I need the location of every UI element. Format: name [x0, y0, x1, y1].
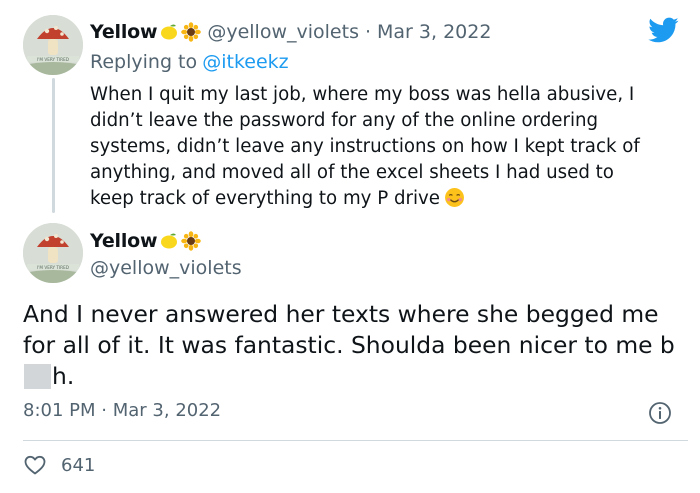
replying-to-line: Replying to @itkeekz [90, 51, 289, 73]
tweet-date[interactable]: Mar 3, 2022 [377, 21, 491, 43]
tweet-date: Mar 3, 2022 [112, 400, 222, 421]
separator-dot: · [364, 21, 372, 43]
info-icon[interactable] [648, 401, 672, 425]
display-name[interactable]: Yellow [90, 230, 158, 252]
censor-block [24, 364, 51, 389]
avatar-mushroom-image: I'M VERY TIRED [23, 15, 83, 75]
avatar-mushroom-image: I'M VERY TIRED [23, 223, 83, 283]
avatar[interactable]: I'M VERY TIRED [23, 223, 83, 283]
like-action[interactable]: 641 [23, 453, 95, 477]
reply-tweet-header: Yellow @yellow_violets · Mar 3, 2022 [90, 21, 491, 43]
user-handle[interactable]: @yellow_violets [90, 257, 242, 279]
heart-outline-icon[interactable] [23, 453, 47, 477]
reply-tweet-text: When I quit my last job, where my boss w… [90, 84, 640, 209]
replying-to-handle[interactable]: @itkeekz [202, 51, 288, 73]
svg-text:I'M VERY TIRED: I'M VERY TIRED [37, 57, 69, 62]
main-tweet-text-start: And I never answered her texts where she… [23, 300, 675, 359]
tweet-time: 8:01 PM [23, 400, 96, 421]
divider [23, 440, 688, 441]
sunflower-emoji-icon [181, 231, 202, 251]
sunflower-emoji-icon [181, 22, 202, 42]
like-count: 641 [61, 454, 96, 476]
avatar[interactable]: I'M VERY TIRED [23, 15, 83, 75]
main-tweet-body: And I never answered her texts where she… [23, 299, 688, 392]
svg-text:I'M VERY TIRED: I'M VERY TIRED [37, 265, 69, 270]
lemon-emoji-icon [161, 233, 178, 249]
separator-dot: · [101, 400, 107, 421]
tweet-timestamp[interactable]: 8:01 PM · Mar 3, 2022 [23, 400, 221, 421]
main-tweet-text-end: h. [52, 362, 75, 390]
lemon-emoji-icon [161, 24, 178, 40]
user-handle[interactable]: @yellow_violets [207, 21, 359, 43]
smiling-face-with-hearts-emoji-icon [445, 188, 464, 207]
thread-connector-line [52, 78, 55, 213]
replying-to-label: Replying to [90, 51, 198, 73]
twitter-bird-icon [648, 17, 679, 43]
display-name[interactable]: Yellow [90, 21, 158, 43]
main-tweet-header: Yellow [90, 230, 202, 252]
reply-tweet-body: When I quit my last job, where my boss w… [90, 82, 670, 212]
